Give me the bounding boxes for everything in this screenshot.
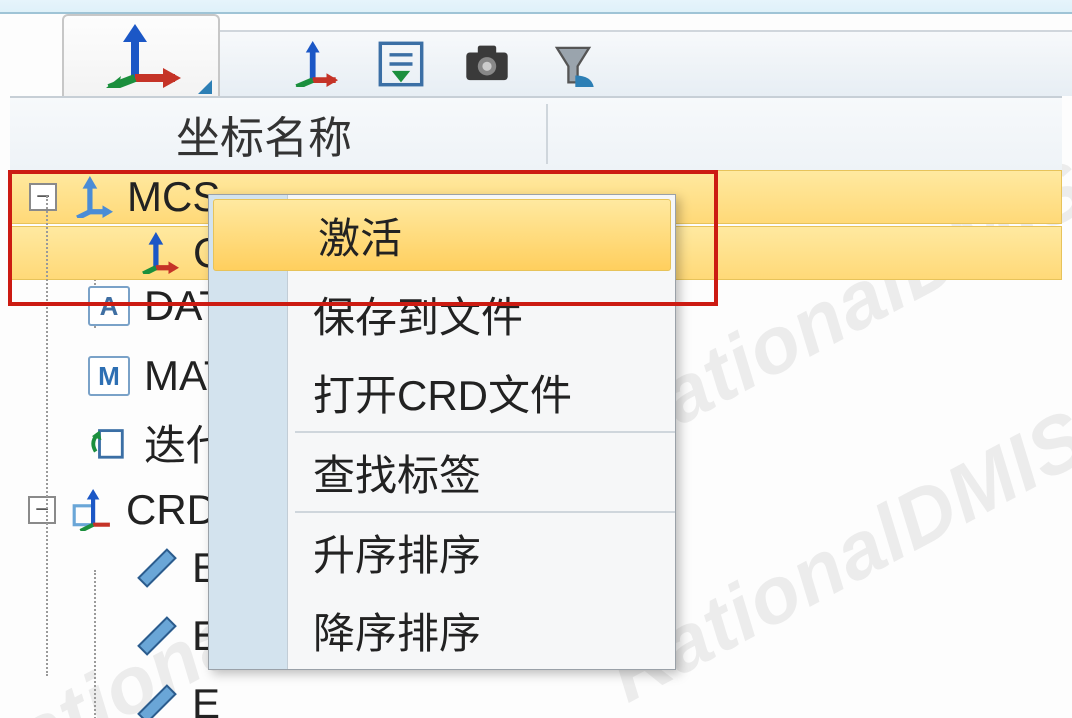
menu-item-sort-desc[interactable]: 降序排序 xyxy=(209,591,675,669)
tree-label: E xyxy=(192,680,220,718)
expander-minus-icon[interactable]: − xyxy=(28,496,56,524)
axis-rgb-icon xyxy=(137,232,179,274)
pen-icon xyxy=(136,683,178,718)
letter-m-icon: M xyxy=(88,355,130,397)
active-tab-coordinate[interactable] xyxy=(62,14,220,96)
axis-cube-icon xyxy=(70,489,112,531)
axis-blue-icon xyxy=(71,176,113,218)
pen-icon xyxy=(136,615,178,657)
tree-label: CRD xyxy=(126,486,217,534)
menu-item-sort-asc[interactable]: 升序排序 xyxy=(209,513,675,591)
expander-minus-icon[interactable]: − xyxy=(29,183,57,211)
window-top-strip xyxy=(0,0,1072,14)
iterate-icon xyxy=(88,421,130,463)
column-header-row: 坐标名称 xyxy=(10,96,1062,172)
pen-icon xyxy=(136,547,178,589)
menu-label: 保存到文件 xyxy=(313,284,523,345)
tree-node-e[interactable]: E xyxy=(10,678,1062,718)
tab-dropdown-indicator[interactable] xyxy=(198,80,212,94)
menu-label: 查找标签 xyxy=(313,442,481,503)
menu-label: 降序排序 xyxy=(313,600,481,661)
menu-label: 激活 xyxy=(318,205,402,266)
column-separator[interactable] xyxy=(546,104,548,164)
menu-label: 升序排序 xyxy=(313,522,481,583)
camera-icon[interactable] xyxy=(464,41,510,87)
menu-item-find-label[interactable]: 查找标签 xyxy=(209,433,675,511)
axis-small-icon[interactable] xyxy=(292,41,338,87)
context-menu: 激活 保存到文件 打开CRD文件 查找标签 升序排序 降序排序 xyxy=(208,194,676,670)
filter-icon[interactable] xyxy=(550,41,596,87)
tree-label: MCS xyxy=(127,173,220,221)
menu-item-open-crd[interactable]: 打开CRD文件 xyxy=(209,353,675,431)
list-down-icon[interactable] xyxy=(378,41,424,87)
letter-a-icon: A xyxy=(88,285,130,327)
toolbar xyxy=(216,30,1072,96)
column-header-label: 坐标名称 xyxy=(176,102,352,166)
menu-item-save-to-file[interactable]: 保存到文件 xyxy=(209,275,675,353)
menu-item-activate[interactable]: 激活 xyxy=(213,199,671,271)
menu-label: 打开CRD文件 xyxy=(313,362,572,423)
